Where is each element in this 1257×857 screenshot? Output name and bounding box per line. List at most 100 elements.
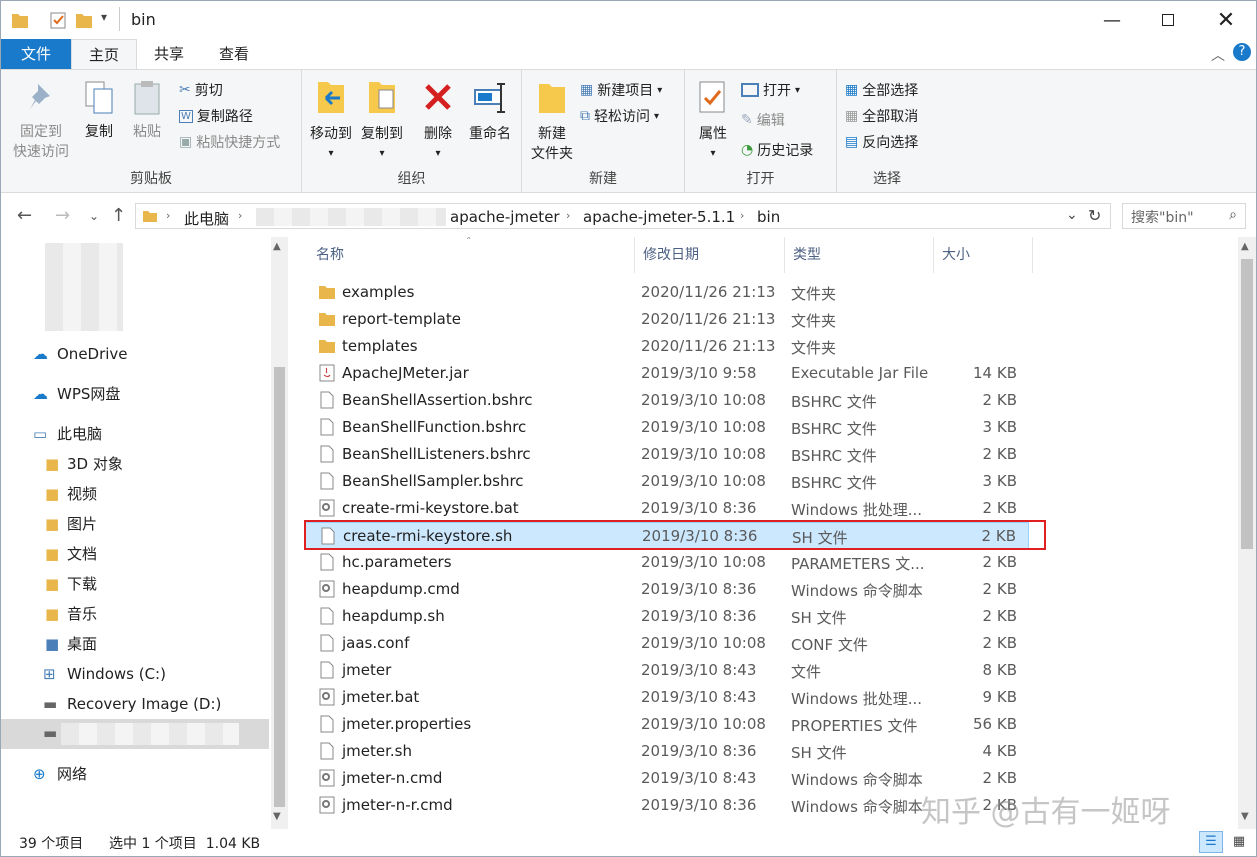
file-row[interactable]: BeanShellSampler.bshrc 2019/3/10 10:08 BSH… bbox=[304, 468, 1029, 495]
tab-share[interactable]: 共享 bbox=[137, 39, 201, 69]
properties-icon[interactable] bbox=[49, 10, 67, 30]
large-icons-view-icon[interactable]: ▦ bbox=[1227, 831, 1251, 853]
file-name: heapdump.cmd bbox=[342, 580, 460, 598]
copy-path-button[interactable]: W 复制路径 bbox=[179, 106, 253, 126]
tab-view[interactable]: 查看 bbox=[201, 39, 267, 69]
copy-label: 复制 bbox=[85, 124, 113, 140]
rename-button[interactable]: 重命名 bbox=[464, 78, 516, 144]
file-row[interactable]: BeanShellFunction.bshrc 2019/3/10 10:08 BS… bbox=[304, 414, 1029, 441]
details-view-icon[interactable]: ☰ bbox=[1199, 831, 1223, 853]
file-size: 2 KB bbox=[982, 445, 1017, 463]
file-row[interactable]: ApacheJMeter.jar 2019/3/10 9:58 Executable… bbox=[304, 360, 1029, 387]
column-header-date[interactable]: 修改日期 bbox=[635, 237, 785, 273]
select-none-label: 全部取消 bbox=[862, 109, 919, 125]
file-row[interactable]: jmeter 2019/3/10 8:43 文件 8 KB bbox=[304, 657, 1029, 684]
properties-label: 属性 bbox=[699, 126, 727, 142]
address-bar[interactable]: › 此电脑 › apache-jmeter › apache-jmeter-5.… bbox=[135, 203, 1111, 229]
search-input[interactable]: 搜索"bin" ⌕ bbox=[1122, 203, 1246, 229]
scroll-down-icon[interactable]: ▼ bbox=[1241, 811, 1249, 822]
file-date: 2019/3/10 10:08 bbox=[641, 418, 766, 436]
file-date: 2019/3/10 8:36 bbox=[641, 796, 757, 814]
tab-home[interactable]: 主页 bbox=[71, 39, 137, 69]
tab-file[interactable]: 文件 bbox=[1, 39, 71, 69]
nav-item-drive-redacted[interactable]: ▬ bbox=[1, 719, 269, 749]
group-select: ▦ 全部选择 ▦ 全部取消 ▤ 反向选择 选择 bbox=[837, 70, 937, 192]
delete-button[interactable]: 删除 ▾ bbox=[416, 78, 460, 164]
file-row[interactable]: report-template 2020/11/26 21:13 文件夹 bbox=[304, 306, 1029, 333]
crumb-apache-jmeter-511[interactable]: apache-jmeter-5.1.1 bbox=[583, 208, 735, 226]
file-row[interactable]: heapdump.sh 2019/3/10 8:36 SH 文件 2 KB bbox=[304, 603, 1029, 630]
file-row[interactable]: jmeter.properties 2019/3/10 10:08 PROPERTI… bbox=[304, 711, 1029, 738]
nav-label: 图片 bbox=[67, 515, 98, 533]
cut-button[interactable]: ✂ 剪切 bbox=[179, 80, 223, 100]
file-row[interactable]: BeanShellAssertion.bshrc 2019/3/10 10:08 B… bbox=[304, 387, 1029, 414]
properties-button[interactable]: 属性 ▾ bbox=[691, 78, 735, 164]
column-header-type[interactable]: 类型 bbox=[785, 237, 934, 273]
annotation-highlight-box bbox=[304, 520, 1046, 550]
close-button[interactable]: ✕ bbox=[1197, 1, 1255, 39]
file-row[interactable]: jmeter.bat 2019/3/10 8:43 Windows 批处理... 9 … bbox=[304, 684, 1029, 711]
forward-arrow-icon[interactable]: → bbox=[55, 205, 70, 226]
paste-shortcut-button[interactable]: ▣ 粘贴快捷方式 bbox=[179, 132, 280, 152]
help-icon[interactable]: ? bbox=[1233, 43, 1251, 61]
new-folder-label: 新建 文件夹 bbox=[531, 126, 573, 162]
scrollbar-thumb[interactable] bbox=[274, 367, 285, 807]
file-row[interactable]: hc.parameters 2019/3/10 10:08 PARAMETERS 文… bbox=[304, 549, 1029, 576]
file-row[interactable]: create-rmi-keystore.bat 2019/3/10 8:36 Win… bbox=[304, 495, 1029, 522]
new-item-icon: ▦ bbox=[580, 82, 594, 98]
paste-button[interactable]: 粘贴 bbox=[125, 80, 169, 142]
copy-button[interactable]: 复制 bbox=[77, 80, 121, 142]
edit-button[interactable]: ✎ 编辑 bbox=[741, 110, 785, 130]
chevron-down-icon[interactable]: ⌄ bbox=[1066, 207, 1078, 223]
file-row[interactable]: jaas.conf 2019/3/10 10:08 CONF 文件 2 KB bbox=[304, 630, 1029, 657]
file-size: 2 KB bbox=[982, 391, 1017, 409]
nav-label: 桌面 bbox=[67, 635, 98, 653]
move-to-button[interactable]: 移动到 ▾ bbox=[306, 78, 356, 164]
invert-selection-button[interactable]: ▤ 反向选择 bbox=[845, 132, 918, 152]
file-list-scrollbar[interactable]: ▲ ▼ bbox=[1238, 237, 1256, 829]
select-none-button[interactable]: ▦ 全部取消 bbox=[845, 106, 918, 126]
copy-to-button[interactable]: 复制到 ▾ bbox=[356, 78, 408, 164]
nav-label: 网络 bbox=[57, 765, 88, 783]
search-placeholder: 搜索"bin" bbox=[1131, 210, 1194, 226]
delete-label: 删除 bbox=[424, 126, 452, 142]
open-button[interactable]: 打开 ▾ bbox=[741, 80, 800, 100]
file-row[interactable]: BeanShellListeners.bshrc 2019/3/10 10:08 B… bbox=[304, 441, 1029, 468]
file-size: 2 KB bbox=[982, 634, 1017, 652]
crumb-this-pc[interactable]: 此电脑 bbox=[184, 208, 229, 229]
pin-quick-access-button[interactable]: 固定到 快速访问 bbox=[9, 80, 73, 162]
easy-access-button[interactable]: ⧉ 轻松访问 ▾ bbox=[580, 106, 659, 126]
scroll-up-icon[interactable]: ▲ bbox=[273, 241, 281, 252]
column-header-size[interactable]: 大小 bbox=[934, 237, 1033, 273]
nav-scrollbar[interactable]: ▲ ▼ bbox=[271, 237, 288, 829]
refresh-icon[interactable]: ↻ bbox=[1088, 206, 1101, 225]
history-button[interactable]: ◔ 历史记录 bbox=[741, 140, 813, 160]
new-folder-button[interactable]: 新建 文件夹 bbox=[526, 78, 578, 164]
minimize-button[interactable]: — bbox=[1083, 1, 1141, 39]
maximize-button[interactable] bbox=[1139, 1, 1197, 39]
select-all-button[interactable]: ▦ 全部选择 bbox=[845, 80, 918, 100]
collapse-ribbon-icon[interactable]: ︿ bbox=[1211, 45, 1225, 65]
scrollbar-thumb[interactable] bbox=[1241, 259, 1253, 549]
new-item-button[interactable]: ▦ 新建项目 ▾ bbox=[580, 80, 662, 100]
group-label-open: 打开 bbox=[746, 171, 775, 187]
group-label-new: 新建 bbox=[589, 171, 617, 187]
back-arrow-icon[interactable]: ← bbox=[17, 205, 32, 226]
file-row[interactable]: jmeter.sh 2019/3/10 8:36 SH 文件 4 KB bbox=[304, 738, 1029, 765]
recent-locations-icon[interactable]: ⌄ bbox=[89, 209, 99, 223]
file-row[interactable]: templates 2020/11/26 21:13 文件夹 bbox=[304, 333, 1029, 360]
file-row[interactable]: heapdump.cmd 2019/3/10 8:36 Windows 命令脚本 2 … bbox=[304, 576, 1029, 603]
scroll-up-icon[interactable]: ▲ bbox=[1241, 241, 1249, 252]
crumb-apache-jmeter[interactable]: apache-jmeter bbox=[450, 208, 560, 226]
crumb-bin[interactable]: bin bbox=[757, 208, 780, 226]
chevron-down-icon[interactable]: ▾ bbox=[101, 10, 107, 24]
paste-label: 粘贴 bbox=[133, 124, 161, 140]
file-icon bbox=[318, 661, 336, 683]
scroll-down-icon[interactable]: ▼ bbox=[273, 811, 281, 822]
column-header-name[interactable]: 名称 bbox=[308, 237, 635, 273]
chevron-down-icon: ▾ bbox=[795, 84, 801, 96]
cloud-icon: ☁ bbox=[33, 345, 48, 363]
file-row[interactable]: examples 2020/11/26 21:13 文件夹 bbox=[304, 279, 1029, 306]
new-folder-icon[interactable] bbox=[75, 10, 93, 30]
up-arrow-icon[interactable]: ↑ bbox=[111, 205, 126, 226]
